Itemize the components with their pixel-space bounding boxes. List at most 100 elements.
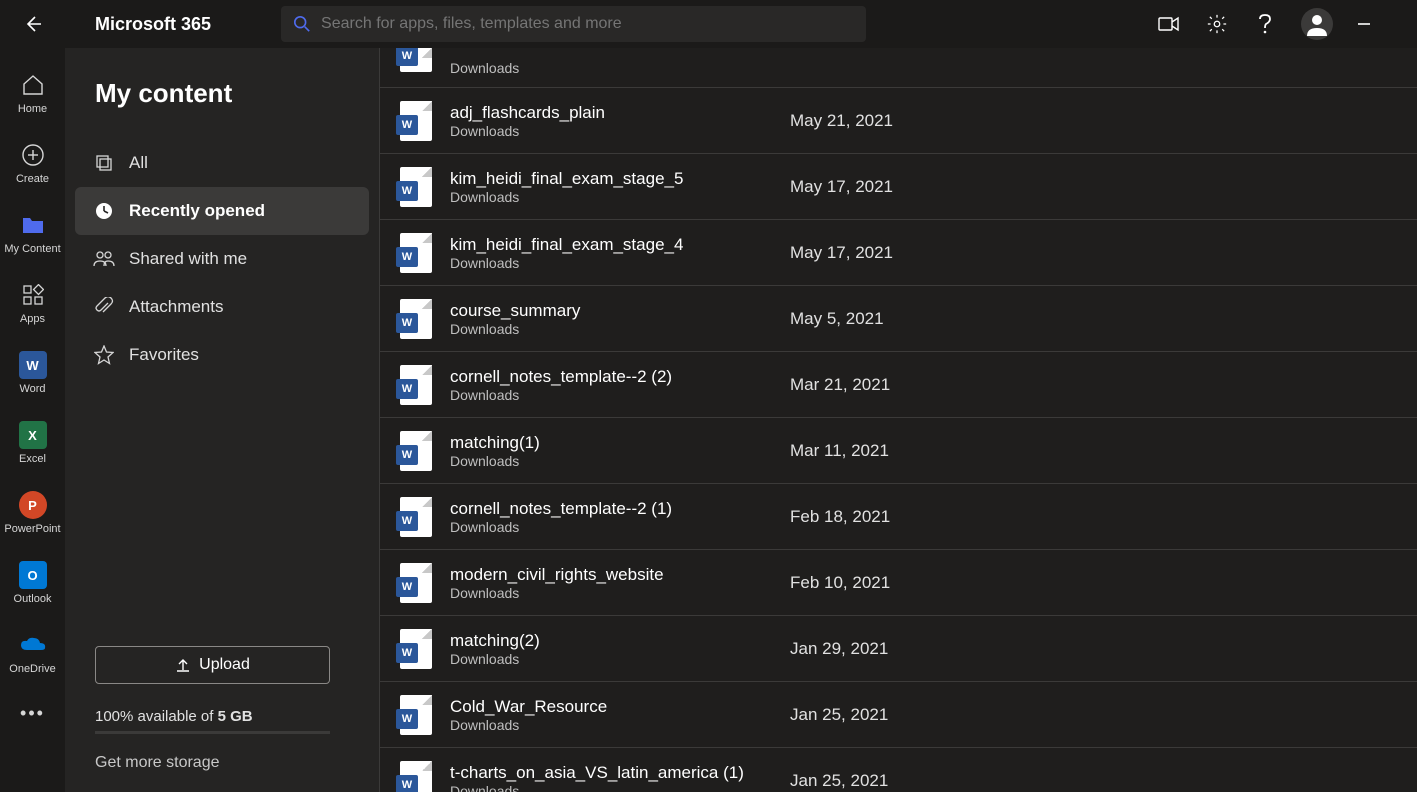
file-name: matching(1) bbox=[450, 433, 790, 453]
word-file-icon: W bbox=[400, 497, 432, 537]
file-info: cornell_notes_template--2 (1)Downloads bbox=[450, 499, 790, 535]
word-file-icon: W bbox=[400, 167, 432, 207]
nav-label: Favorites bbox=[129, 345, 199, 365]
help-icon[interactable] bbox=[1253, 12, 1277, 36]
file-info: adj_flashcards_plainDownloads bbox=[450, 103, 790, 139]
file-row[interactable]: Wcornell_notes_template--2 (1)DownloadsF… bbox=[380, 484, 1417, 550]
app-title: Microsoft 365 bbox=[95, 14, 211, 35]
word-file-icon: W bbox=[400, 299, 432, 339]
excel-icon: X bbox=[19, 421, 47, 449]
word-file-icon: W bbox=[400, 761, 432, 792]
minimize-icon bbox=[1357, 17, 1371, 31]
storage-bar bbox=[95, 731, 330, 734]
settings-icon[interactable] bbox=[1205, 12, 1229, 36]
file-row[interactable]: Wmodern_civil_rights_websiteDownloadsFeb… bbox=[380, 550, 1417, 616]
rail-powerpoint[interactable]: P PowerPoint bbox=[0, 478, 65, 548]
file-name: course_summary bbox=[450, 301, 790, 321]
nav-label: Shared with me bbox=[129, 249, 247, 269]
rail-label: Outlook bbox=[14, 593, 52, 605]
file-location: Downloads bbox=[450, 255, 790, 271]
rail-my-content[interactable]: My Content bbox=[0, 198, 65, 268]
file-location: Downloads bbox=[450, 783, 790, 792]
nav-favorites[interactable]: Favorites bbox=[75, 331, 369, 379]
rail-create[interactable]: Create bbox=[0, 128, 65, 198]
rail-apps[interactable]: Apps bbox=[0, 268, 65, 338]
file-name: matching(2) bbox=[450, 631, 790, 651]
file-row[interactable]: Wadj_flashcards_plainDownloadsMay 21, 20… bbox=[380, 88, 1417, 154]
word-file-icon: W bbox=[400, 365, 432, 405]
account-avatar[interactable] bbox=[1301, 8, 1333, 40]
file-info: course_summaryDownloads bbox=[450, 301, 790, 337]
stack-icon bbox=[93, 152, 115, 174]
file-location: Downloads bbox=[450, 387, 790, 403]
upload-icon bbox=[175, 657, 191, 673]
file-row[interactable]: WDownloads bbox=[380, 48, 1417, 88]
file-row[interactable]: Wmatching(2)DownloadsJan 29, 2021 bbox=[380, 616, 1417, 682]
meet-now-icon[interactable] bbox=[1157, 12, 1181, 36]
get-storage-link[interactable]: Get more storage bbox=[95, 754, 349, 772]
search-input[interactable] bbox=[321, 15, 854, 33]
file-info: t-charts_on_asia_VS_latin_america (1)Dow… bbox=[450, 763, 790, 792]
outlook-icon: O bbox=[19, 561, 47, 589]
file-date: May 17, 2021 bbox=[790, 177, 893, 197]
file-date: Jan 25, 2021 bbox=[790, 705, 888, 725]
nav-recently-opened[interactable]: Recently opened bbox=[75, 187, 369, 235]
rail-label: PowerPoint bbox=[4, 523, 60, 535]
home-icon bbox=[19, 71, 47, 99]
rail-label: My Content bbox=[4, 243, 60, 255]
file-date: Feb 10, 2021 bbox=[790, 573, 890, 593]
word-file-icon: W bbox=[400, 431, 432, 471]
person-icon bbox=[1303, 10, 1331, 38]
file-info: matching(1)Downloads bbox=[450, 433, 790, 469]
file-list-panel: WDownloadsWadj_flashcards_plainDownloads… bbox=[380, 48, 1417, 792]
file-date: Feb 18, 2021 bbox=[790, 507, 890, 527]
back-button[interactable] bbox=[0, 0, 65, 48]
rail-home[interactable]: Home bbox=[0, 58, 65, 128]
star-icon bbox=[93, 344, 115, 366]
file-date: Jan 29, 2021 bbox=[790, 639, 888, 659]
storage-text: 100% available of 5 GB bbox=[95, 708, 349, 725]
file-location: Downloads bbox=[450, 519, 790, 535]
file-name: cornell_notes_template--2 (2) bbox=[450, 367, 790, 387]
nav-shared[interactable]: Shared with me bbox=[75, 235, 369, 283]
page-title: My content bbox=[65, 78, 379, 109]
rail-outlook[interactable]: O Outlook bbox=[0, 548, 65, 618]
clock-icon bbox=[93, 200, 115, 222]
nav-label: All bbox=[129, 153, 148, 173]
rail-onedrive[interactable]: OneDrive bbox=[0, 618, 65, 688]
file-info: Cold_War_ResourceDownloads bbox=[450, 697, 790, 733]
file-row[interactable]: Wcornell_notes_template--2 (2)DownloadsM… bbox=[380, 352, 1417, 418]
file-row[interactable]: Wt-charts_on_asia_VS_latin_america (1)Do… bbox=[380, 748, 1417, 792]
file-location: Downloads bbox=[450, 585, 790, 601]
file-name: t-charts_on_asia_VS_latin_america (1) bbox=[450, 763, 790, 783]
file-info: matching(2)Downloads bbox=[450, 631, 790, 667]
search-icon bbox=[293, 15, 311, 33]
file-date: May 17, 2021 bbox=[790, 243, 893, 263]
file-row[interactable]: Wmatching(1)DownloadsMar 11, 2021 bbox=[380, 418, 1417, 484]
search-box[interactable] bbox=[281, 6, 866, 42]
minimize-button[interactable] bbox=[1357, 17, 1397, 31]
file-row[interactable]: W Cold_War_ResourceDownloadsJan 25, 2021 bbox=[380, 682, 1417, 748]
file-info: kim_heidi_final_exam_stage_5Downloads bbox=[450, 169, 790, 205]
rail-excel[interactable]: X Excel bbox=[0, 408, 65, 478]
file-row[interactable]: Wkim_heidi_final_exam_stage_4DownloadsMa… bbox=[380, 220, 1417, 286]
word-file-icon: W bbox=[400, 695, 432, 735]
file-row[interactable]: Wcourse_summaryDownloadsMay 5, 2021 bbox=[380, 286, 1417, 352]
file-row[interactable]: Wkim_heidi_final_exam_stage_5DownloadsMa… bbox=[380, 154, 1417, 220]
folder-icon bbox=[19, 211, 47, 239]
app-rail: Home Create My Content Apps W Word X Exc… bbox=[0, 48, 65, 792]
file-name: kim_heidi_final_exam_stage_4 bbox=[450, 235, 790, 255]
file-location: Downloads bbox=[450, 717, 790, 733]
rail-more[interactable]: ••• bbox=[0, 688, 65, 738]
rail-label: Home bbox=[18, 103, 47, 115]
rail-word[interactable]: W Word bbox=[0, 338, 65, 408]
nav-all[interactable]: All bbox=[75, 139, 369, 187]
word-file-icon: W bbox=[400, 48, 432, 72]
onedrive-icon bbox=[19, 631, 47, 659]
nav-attachments[interactable]: Attachments bbox=[75, 283, 369, 331]
word-file-icon: W bbox=[400, 101, 432, 141]
rail-label: Word bbox=[19, 383, 45, 395]
upload-button[interactable]: Upload bbox=[95, 646, 330, 684]
sidebar: My content All Recently opened Shared wi… bbox=[65, 48, 380, 792]
file-date: Mar 11, 2021 bbox=[790, 441, 889, 461]
